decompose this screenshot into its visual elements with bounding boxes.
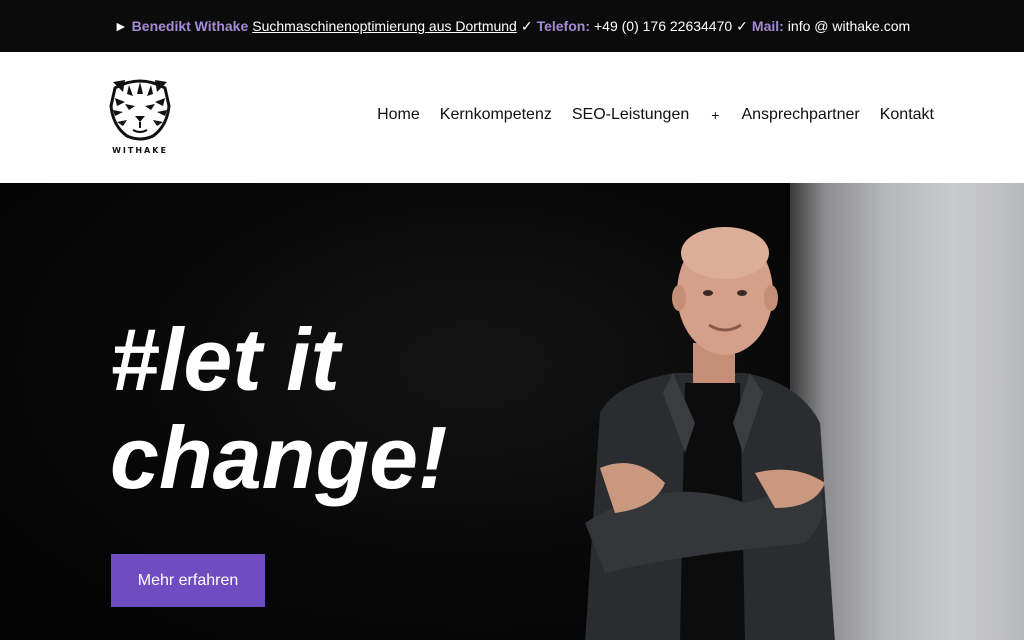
arrow-icon: ►: [113, 18, 128, 34]
main-nav: Home Kernkompetenz SEO-Leistungen + Ansp…: [367, 106, 944, 124]
check-icon: ✓: [520, 17, 533, 34]
nav-item-kernkompetenz[interactable]: Kernkompetenz: [430, 106, 562, 124]
mail-label: Mail:: [751, 18, 784, 34]
site-header: WITHAKE Home Kernkompetenz SEO-Leistunge…: [0, 52, 1024, 183]
check-icon: ✓: [736, 17, 748, 34]
nav-item-seo-leistungen[interactable]: SEO-Leistungen: [562, 106, 699, 124]
nav-item-kontakt[interactable]: Kontakt: [870, 106, 944, 124]
mehr-erfahren-button[interactable]: Mehr erfahren: [111, 554, 265, 607]
hero-section: #let it change! Mehr erfahren: [0, 183, 1024, 640]
headline-line-1: #let it: [110, 310, 340, 409]
logo[interactable]: WITHAKE: [104, 76, 176, 160]
submenu-plus-icon[interactable]: +: [699, 107, 731, 123]
portrait-image: [585, 227, 835, 640]
owner-name: Benedikt Withake: [131, 18, 249, 34]
tiger-logo-icon: [109, 79, 171, 141]
phone-number[interactable]: +49 (0) 176 22634470: [594, 18, 732, 34]
tagline-link[interactable]: Suchmaschinenoptimierung aus Dortmund: [252, 18, 517, 34]
hero-headline: #let it change!: [110, 311, 447, 507]
logo-wordmark: WITHAKE: [112, 146, 168, 155]
headline-line-2: change!: [110, 408, 448, 507]
nav-item-ansprechpartner[interactable]: Ansprechpartner: [731, 106, 869, 124]
top-info-bar: ► Benedikt Withake Suchmaschinenoptimier…: [0, 0, 1024, 52]
mail-address[interactable]: info @ withake.com: [788, 18, 910, 34]
nav-item-home[interactable]: Home: [367, 106, 430, 124]
phone-label: Telefon:: [536, 18, 590, 34]
